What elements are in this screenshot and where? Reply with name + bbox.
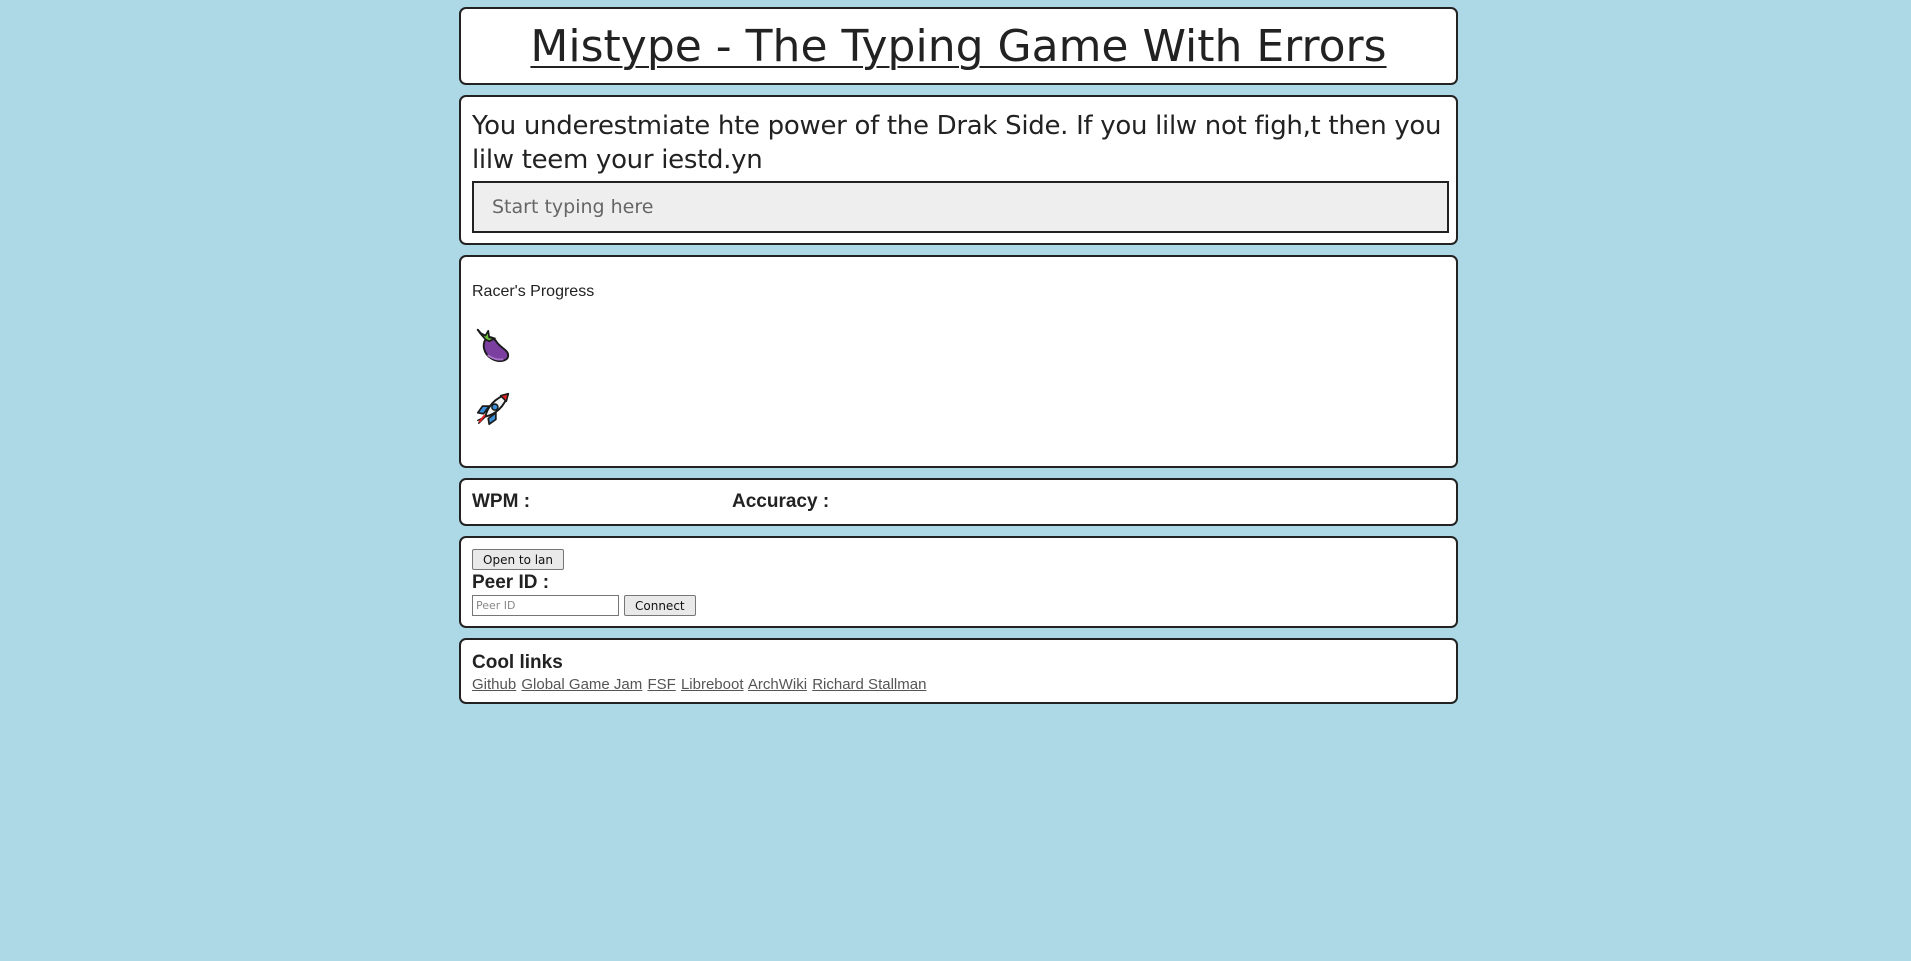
rocket-icon [476,392,510,426]
link-github[interactable]: Github [472,676,516,693]
link-libreboot[interactable]: Libreboot [681,676,744,693]
accuracy-stat: Accuracy : [732,491,829,513]
progress-panel: Racer's Progress [459,255,1458,468]
wpm-label: WPM : [472,491,531,512]
prompt-text: You underestmiate hte power of the Drak … [472,111,1442,175]
links-title: Cool links [472,652,563,673]
links-list: Github Global Game Jam FSF Libreboot Arc… [472,675,1445,695]
header-panel: Mistype - The Typing Game With Errors [459,7,1458,85]
wpm-stat: WPM : [472,491,732,513]
links-panel: Cool links Github Global Game Jam FSF Li… [459,638,1458,704]
connect-button[interactable]: Connect [624,595,696,616]
peer-id-input[interactable] [472,595,619,616]
accuracy-label: Accuracy : [732,491,830,512]
peer-id-label: Peer ID : [472,572,550,593]
link-global-game-jam[interactable]: Global Game Jam [521,676,642,693]
eggplant-icon [476,328,510,362]
link-richard-stallman[interactable]: Richard Stallman [812,676,926,693]
racer-lane [472,323,1445,367]
race-track [472,323,1445,430]
typing-panel: You underestmiate hte power of the Drak … [459,95,1458,245]
app-container: Mistype - The Typing Game With Errors Yo… [459,7,1458,714]
network-panel: Open to lan Peer ID : Connect [459,536,1458,628]
peer-connect-row: Connect [472,595,1445,616]
link-fsf[interactable]: FSF [647,676,675,693]
open-to-lan-button[interactable]: Open to lan [472,549,565,570]
link-archwiki[interactable]: ArchWiki [748,676,807,693]
page-title: Mistype - The Typing Game With Errors [530,20,1387,72]
racer-lane [472,386,1445,430]
typing-input[interactable] [472,181,1449,233]
stats-panel: WPM : Accuracy : [459,478,1458,526]
progress-title: Racer's Progress [472,283,595,300]
